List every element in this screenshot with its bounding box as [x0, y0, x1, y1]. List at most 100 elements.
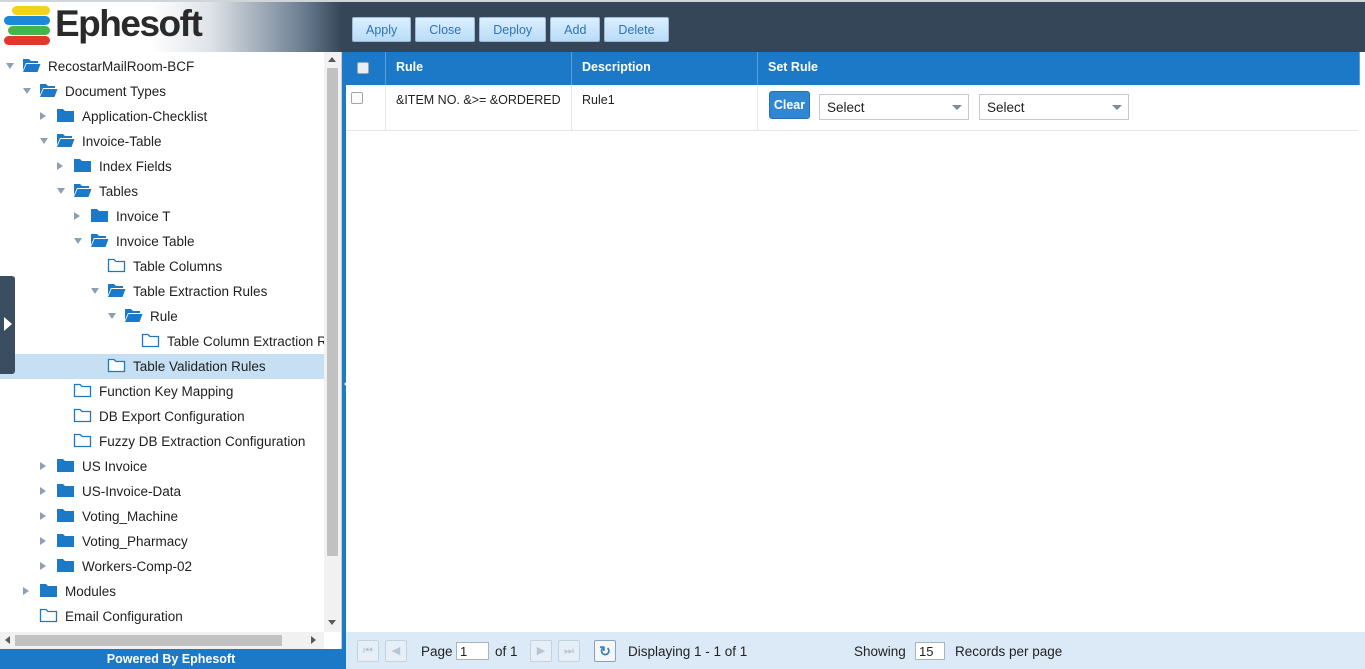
logo-text: Ephesoft [55, 3, 203, 44]
folder-open-icon [56, 132, 75, 148]
tree-item-table-columns[interactable]: Table Columns [0, 254, 324, 279]
tree-item-us-invoice-data[interactable]: US-Invoice-Data [0, 479, 324, 504]
tree-item-table-extraction-rules[interactable]: Table Extraction Rules [0, 279, 324, 304]
select-all-checkbox[interactable] [357, 62, 369, 74]
next-page-icon: ▶ [536, 645, 546, 657]
delete-button[interactable]: Delete [604, 17, 669, 42]
collapse-arrow-icon[interactable] [23, 88, 31, 94]
expand-arrow-icon[interactable] [40, 537, 46, 545]
tree-item-voting-machine[interactable]: Voting_Machine [0, 504, 324, 529]
collapse-arrow-icon[interactable] [74, 238, 82, 244]
expand-arrow-icon[interactable] [23, 587, 29, 595]
chevron-down-icon [952, 105, 962, 110]
first-page-button[interactable]: ⏮ [357, 640, 379, 662]
tree-item-invoice-table[interactable]: Invoice-Table [0, 129, 324, 154]
expand-arrow-icon[interactable] [40, 512, 46, 520]
tree-item-invoice-t[interactable]: Invoice T [0, 204, 324, 229]
tree-item-invoice-table[interactable]: Invoice Table [0, 229, 324, 254]
column-header-set-rule[interactable]: Set Rule [758, 52, 1360, 85]
folder-icon [73, 432, 92, 448]
folder-open-icon [73, 182, 92, 198]
tree-item-email-configuration[interactable]: Email Configuration [0, 604, 324, 629]
tree-item-us-invoice[interactable]: US Invoice [0, 454, 324, 479]
tree-horizontal-scrollbar[interactable] [0, 632, 324, 649]
tree-item-tables[interactable]: Tables [0, 179, 324, 204]
refresh-button[interactable]: ↻ [594, 640, 616, 662]
column-header-select [346, 52, 386, 85]
tree-vertical-scrollbar[interactable] [324, 52, 341, 632]
collapse-arrow-icon[interactable] [108, 313, 116, 319]
records-per-page-input[interactable] [915, 642, 945, 660]
apply-button[interactable]: Apply [352, 17, 412, 42]
next-page-button[interactable]: ▶ [530, 640, 552, 662]
tree-item-index-fields[interactable]: Index Fields [0, 154, 324, 179]
tree-item-recostarmailroom-bcf[interactable]: RecostarMailRoom-BCF [0, 54, 324, 79]
scroll-thumb[interactable] [327, 68, 338, 556]
toolbar: Apply Close Deploy Add Delete [352, 17, 669, 43]
refresh-icon: ↻ [599, 643, 611, 659]
folder-icon [56, 107, 75, 123]
expand-arrow-icon[interactable] [40, 112, 46, 120]
folder-icon [73, 407, 92, 423]
expand-arrow-icon[interactable] [40, 487, 46, 495]
tree-item-label: Voting_Machine [82, 509, 179, 524]
tree-item-rule[interactable]: Rule [0, 304, 324, 329]
tree-item-application-checklist[interactable]: Application-Checklist [0, 104, 324, 129]
tree-item-label: US-Invoice-Data [82, 484, 182, 499]
expand-arrow-icon[interactable] [40, 462, 46, 470]
tree-item-label: Application-Checklist [82, 109, 208, 124]
page-number-input[interactable] [456, 642, 489, 660]
clear-button[interactable]: Clear [769, 91, 810, 119]
collapse-arrow-icon[interactable] [40, 138, 48, 144]
select-value: Select [827, 100, 865, 115]
collapse-arrow-icon[interactable] [6, 63, 14, 69]
tree-item-label: Table Columns [133, 259, 223, 274]
grid-header: Rule Description Set Rule [346, 52, 1360, 85]
last-page-button[interactable]: ⏭ [558, 640, 580, 662]
scroll-down-arrow-icon[interactable] [328, 620, 336, 625]
expand-arrow-icon[interactable] [40, 562, 46, 570]
scroll-right-arrow-icon[interactable] [311, 636, 316, 644]
tree-item-document-types[interactable]: Document Types [0, 79, 324, 104]
tree-item-label: Email Configuration [65, 609, 183, 624]
collapse-arrow-icon[interactable] [91, 288, 99, 294]
close-button[interactable]: Close [415, 17, 476, 42]
description-cell: Rule1 [572, 85, 758, 131]
column-header-description[interactable]: Description [572, 52, 758, 85]
row-checkbox[interactable] [351, 92, 363, 104]
tree-item-label: DB Export Configuration [99, 409, 245, 424]
rule-select-2[interactable]: Select [979, 94, 1129, 120]
scroll-thumb[interactable] [15, 635, 282, 646]
tree-item-label: Invoice T [116, 209, 171, 224]
tree-item-label: Voting_Pharmacy [82, 534, 188, 549]
rule-cell: &ITEM NO. &>= &ORDERED [386, 85, 572, 131]
tree-item-table-validation-rules[interactable]: Table Validation Rules [0, 354, 324, 379]
tree-item-modules[interactable]: Modules [0, 579, 324, 604]
table-row[interactable]: &ITEM NO. &>= &ORDERED Rule1 Clear Selec… [346, 85, 1358, 131]
rule-text: &ITEM NO. &>= &ORDERED [396, 93, 561, 107]
expand-side-panel-tab[interactable] [0, 276, 15, 374]
expand-arrow-icon[interactable] [57, 162, 63, 170]
scroll-left-arrow-icon[interactable] [5, 636, 10, 644]
tree-item-fuzzy-db-extraction-configuration[interactable]: Fuzzy DB Extraction Configuration [0, 429, 324, 454]
tree-item-voting-pharmacy[interactable]: Voting_Pharmacy [0, 529, 324, 554]
tree-item-label: RecostarMailRoom-BCF [48, 59, 195, 74]
scroll-up-arrow-icon[interactable] [328, 57, 336, 62]
expand-arrow-icon[interactable] [74, 212, 80, 220]
folder-icon [56, 532, 75, 548]
showing-label: Showing [854, 644, 906, 659]
previous-page-button[interactable]: ◀ [385, 640, 407, 662]
deploy-button[interactable]: Deploy [479, 17, 547, 42]
tree-item-function-key-mapping[interactable]: Function Key Mapping [0, 379, 324, 404]
rule-select-1[interactable]: Select [819, 94, 969, 120]
folder-icon [73, 157, 92, 173]
tree-item-db-export-configuration[interactable]: DB Export Configuration [0, 404, 324, 429]
folder-icon [56, 507, 75, 523]
chevron-down-icon [1112, 105, 1122, 110]
tree-item-workers-comp-02[interactable]: Workers-Comp-02 [0, 554, 324, 579]
collapse-arrow-icon[interactable] [57, 188, 65, 194]
column-header-rule[interactable]: Rule [386, 52, 572, 85]
page-label: Page [421, 644, 453, 659]
add-button[interactable]: Add [550, 17, 601, 42]
tree-item-table-column-extraction-r[interactable]: Table Column Extraction R [0, 329, 324, 354]
